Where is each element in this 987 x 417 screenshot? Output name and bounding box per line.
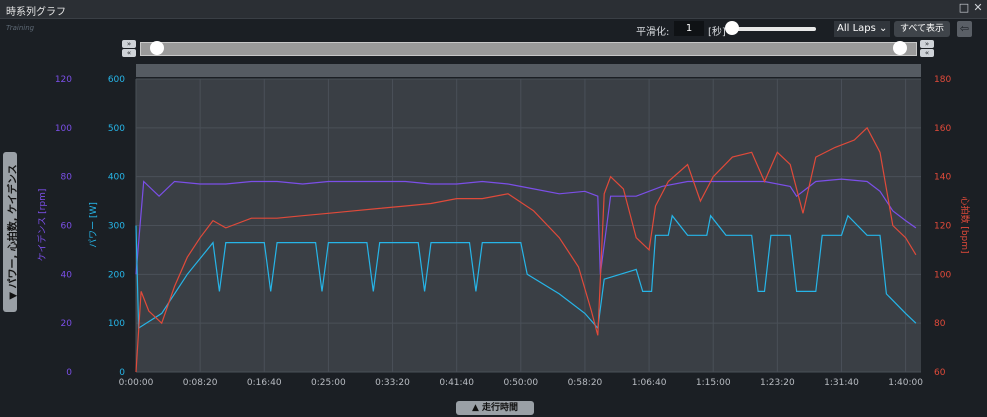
smoothing-slider-knob[interactable] <box>725 21 739 35</box>
heart-rate-tick-label: 160 <box>934 124 951 134</box>
range-start-handle[interactable] <box>150 41 164 55</box>
scroll-forward-button[interactable]: » <box>122 40 136 48</box>
heart-rate-tick-label: 100 <box>934 270 951 280</box>
power-tick-label: 0 <box>119 368 125 378</box>
x-tick-label: 0:50:00 <box>503 378 538 388</box>
power-tick-label: 100 <box>108 319 125 329</box>
scroll-forward-button-right[interactable]: » <box>920 40 934 48</box>
power-tick-label: 500 <box>108 124 125 134</box>
cadence-tick-label: 80 <box>61 173 73 183</box>
smoothing-input[interactable]: 1 <box>674 21 704 36</box>
power-tick-label: 300 <box>108 222 125 232</box>
scroll-back-button-right[interactable]: « <box>920 49 934 57</box>
x-tick-label: 0:25:00 <box>311 378 346 388</box>
side-series-tab[interactable]: ▼ パワー, 心拍数, ケイデンス <box>3 152 19 312</box>
cadence-tick-label: 100 <box>55 124 72 134</box>
heart-rate-tick-label: 80 <box>934 319 946 329</box>
heart-rate-tick-label: 140 <box>934 173 951 183</box>
restore-icon[interactable]: □ <box>958 2 970 14</box>
scroll-back-button[interactable]: « <box>122 49 136 57</box>
plot-area <box>136 79 921 372</box>
x-tick-label: 1:31:40 <box>824 378 859 388</box>
cadence-axis-label: ケイデンス [rpm] <box>36 189 48 262</box>
heart-rate-tick-label: 60 <box>934 368 946 378</box>
window-title: 時系列グラフ <box>6 7 66 18</box>
heart-rate-axis-label: 心拍数 [bpm] <box>959 196 971 253</box>
x-tick-label: 1:23:20 <box>760 378 795 388</box>
x-tick-label: 1:15:00 <box>696 378 731 388</box>
window-titlebar: 時系列グラフ □ ✕ <box>0 0 987 19</box>
power-tick-label: 600 <box>108 75 125 85</box>
cadence-tick-label: 20 <box>61 319 73 329</box>
x-tick-label: 0:41:40 <box>439 378 474 388</box>
cadence-tick-label: 0 <box>66 368 72 378</box>
power-axis-label: パワー [W] <box>88 202 99 248</box>
smoothing-slider-track[interactable] <box>730 27 816 31</box>
x-tick-label: 0:16:40 <box>247 378 282 388</box>
lap-strip <box>136 64 921 77</box>
close-icon[interactable]: ✕ <box>972 2 984 14</box>
exit-icon[interactable]: ⇦ <box>957 21 972 37</box>
cadence-tick-label: 60 <box>61 222 73 232</box>
smoothing-unit: [秒] <box>708 27 726 38</box>
x-tick-label: 1:06:40 <box>632 378 667 388</box>
app-logo: Training <box>6 24 35 32</box>
side-tab-label: ▼ パワー, 心拍数, ケイデンス <box>8 164 19 300</box>
heart-rate-tick-label: 120 <box>934 222 951 232</box>
heart-rate-series-line <box>135 126 917 373</box>
x-tick-label: 1:40:00 <box>888 378 923 388</box>
cadence-tick-label: 120 <box>55 75 72 85</box>
heart-rate-tick-label: 180 <box>934 75 951 85</box>
show-all-button[interactable]: すべて表示 <box>894 21 950 37</box>
cadence-tick-label: 40 <box>61 270 73 280</box>
power-tick-label: 400 <box>108 173 125 183</box>
x-tick-label: 0:33:20 <box>375 378 410 388</box>
x-tick-label: 0:00:00 <box>119 378 154 388</box>
bottom-axis-tab[interactable]: ▲ 走行時間 <box>456 401 534 415</box>
laps-select-label: All Laps <box>837 23 876 34</box>
x-tick-label: 0:58:20 <box>568 378 603 388</box>
x-tick-label: 0:08:20 <box>183 378 218 388</box>
chevron-down-icon: ⌄ <box>879 23 888 34</box>
power-tick-label: 200 <box>108 270 125 280</box>
range-end-handle[interactable] <box>893 41 907 55</box>
power-series-line <box>135 214 917 330</box>
time-series-chart[interactable]: 0 0 60 20 100 80 40 200 100 60 300 120 80 400 140 100 50… <box>0 0 987 417</box>
laps-select[interactable]: All Laps ⌄ <box>834 21 890 37</box>
smoothing-label: 平滑化: <box>636 27 670 38</box>
cadence-series-line <box>135 178 917 275</box>
range-selector-bar[interactable] <box>140 42 917 56</box>
